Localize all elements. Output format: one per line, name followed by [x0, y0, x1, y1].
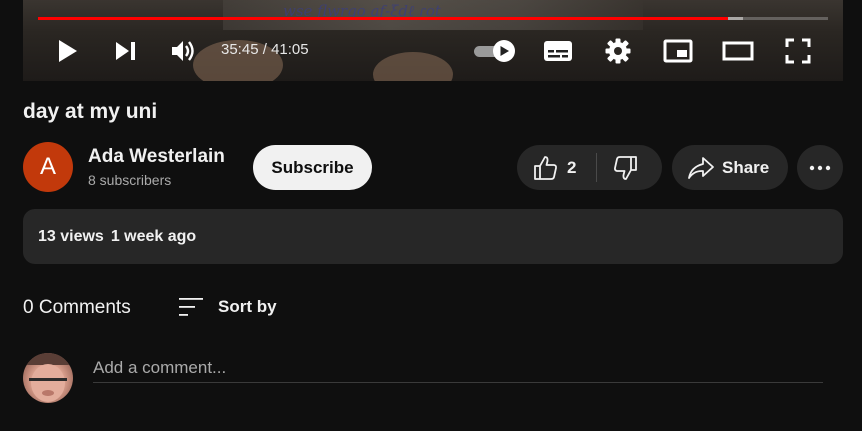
- more-actions-button[interactable]: [797, 145, 843, 190]
- like-dislike-group: 2: [517, 145, 662, 190]
- video-title: day at my uni: [23, 100, 158, 123]
- video-frame-hand: [373, 52, 453, 81]
- view-count: 13 views: [38, 228, 104, 245]
- time-display: 35:45 / 41:05: [221, 41, 309, 58]
- autoplay-toggle-icon: [474, 40, 515, 62]
- play-icon: [59, 40, 77, 62]
- captions-icon: [544, 41, 572, 61]
- description-box[interactable]: 13 views 1 week ago: [23, 209, 843, 264]
- share-icon: [688, 157, 714, 179]
- captions-button[interactable]: [542, 36, 574, 66]
- channel-avatar-letter: A: [39, 153, 56, 180]
- fullscreen-icon: [785, 38, 811, 64]
- user-avatar: [23, 353, 73, 403]
- channel-name[interactable]: Ada Westerlain: [88, 146, 225, 168]
- share-button[interactable]: Share: [672, 145, 788, 190]
- volume-button[interactable]: [170, 36, 198, 66]
- fullscreen-button[interactable]: [784, 36, 812, 66]
- current-time: 35:45: [221, 41, 259, 58]
- subscribe-button[interactable]: Subscribe: [253, 145, 372, 190]
- theater-mode-button[interactable]: [721, 36, 755, 66]
- user-avatar-photo: [23, 353, 73, 402]
- share-label: Share: [722, 158, 770, 177]
- settings-button[interactable]: [604, 36, 632, 66]
- sort-by-button[interactable]: Sort by: [178, 293, 277, 321]
- subscriber-count: 8 subscribers: [88, 172, 172, 188]
- more-horizontal-icon: [809, 165, 831, 170]
- thumbs-up-icon: [534, 156, 557, 180]
- video-player[interactable]: wse ƒlwrgo aƒ-ξdℓ ɾot 35:45 / 41:05: [23, 0, 843, 81]
- settings-icon: [605, 38, 631, 64]
- like-button[interactable]: 2: [517, 145, 597, 190]
- theater-mode-icon: [722, 41, 754, 61]
- thumbs-down-icon: [614, 156, 637, 180]
- volume-icon: [172, 41, 194, 61]
- comments-count: 0 Comments: [23, 297, 131, 318]
- time-separator: /: [258, 41, 272, 58]
- next-button[interactable]: [113, 36, 139, 66]
- miniplayer-button[interactable]: [662, 36, 694, 66]
- progress-bar[interactable]: [38, 17, 828, 20]
- upload-date: 1 week ago: [110, 228, 197, 245]
- like-count: 2: [567, 158, 577, 177]
- sort-by-label: Sort by: [218, 297, 277, 316]
- sort-icon: [179, 298, 203, 316]
- channel-avatar[interactable]: A: [23, 142, 73, 192]
- miniplayer-icon: [663, 39, 693, 63]
- play-button[interactable]: [54, 36, 82, 66]
- autoplay-toggle[interactable]: [471, 36, 519, 66]
- progress-played: [38, 17, 729, 20]
- description-meta: 13 views 1 week ago: [38, 228, 196, 246]
- next-icon: [116, 42, 135, 60]
- dislike-button[interactable]: [597, 145, 662, 190]
- duration: 41:05: [271, 41, 309, 58]
- comment-input[interactable]: [93, 354, 823, 383]
